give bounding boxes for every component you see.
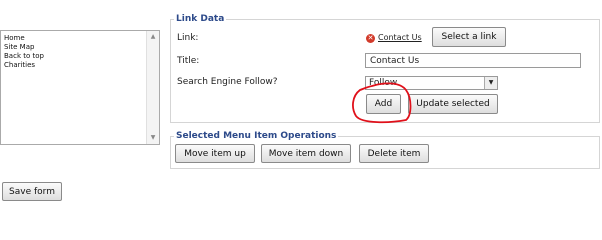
title-label: Title: xyxy=(177,56,200,66)
follow-select[interactable]: Follow ▼ xyxy=(365,76,498,90)
follow-label: Search Engine Follow? xyxy=(177,77,278,87)
remove-link-icon[interactable]: ✕ xyxy=(366,34,375,43)
select-link-button[interactable]: Select a link xyxy=(432,27,506,47)
follow-select-value: Follow xyxy=(369,78,398,88)
menu-item[interactable]: Site Map xyxy=(4,43,44,52)
move-up-button[interactable]: Move item up xyxy=(175,144,255,163)
menu-item[interactable]: Charities xyxy=(4,61,44,70)
operations-legend: Selected Menu Item Operations xyxy=(174,130,339,142)
scroll-down-icon[interactable]: ▼ xyxy=(147,132,159,144)
delete-item-button[interactable]: Delete item xyxy=(359,144,429,163)
title-input[interactable] xyxy=(365,53,581,68)
scroll-up-icon[interactable]: ▲ xyxy=(147,31,159,43)
add-button[interactable]: Add xyxy=(366,94,401,114)
save-form-button[interactable]: Save form xyxy=(2,182,62,201)
menu-item[interactable]: Home xyxy=(4,34,44,43)
menu-item[interactable]: Back to top xyxy=(4,52,44,61)
current-link[interactable]: Contact Us xyxy=(378,32,422,44)
list-scrollbar[interactable]: ▲ ▼ xyxy=(146,31,159,144)
move-down-button[interactable]: Move item down xyxy=(261,144,351,163)
update-selected-button[interactable]: Update selected xyxy=(408,94,498,114)
link-label: Link: xyxy=(177,33,199,43)
menu-item-list[interactable]: Home Site Map Back to top Charities ▲ ▼ xyxy=(0,30,160,145)
chevron-down-icon[interactable]: ▼ xyxy=(484,77,497,89)
link-data-legend: Link Data xyxy=(174,13,227,25)
